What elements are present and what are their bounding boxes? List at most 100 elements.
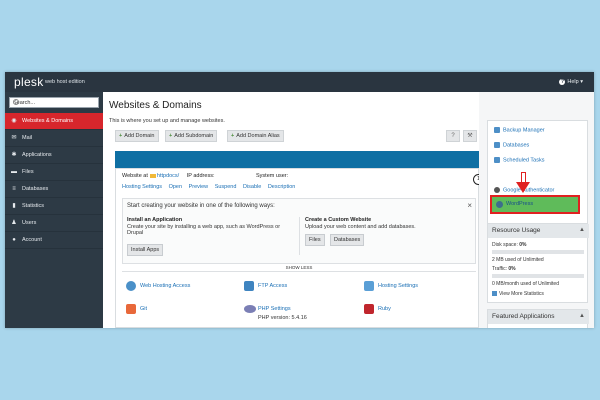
docroot-link[interactable]: httpdocs/ xyxy=(157,173,179,179)
gear-icon: ✱ xyxy=(11,152,17,158)
ftp-icon xyxy=(244,281,254,291)
php-version: PHP version: 5.4.16 xyxy=(258,315,307,321)
add-domain-alias-label: Add Domain Alias xyxy=(236,133,280,139)
sidebar-item-applications[interactable]: ✱ Applications xyxy=(5,147,103,164)
globe-icon: ◉ xyxy=(11,118,17,124)
more-stats-label: View More Statistics xyxy=(499,291,544,297)
folder-icon: ▬ xyxy=(11,169,17,175)
site-actions: Hosting Settings Open Preview Suspend Di… xyxy=(122,184,300,190)
edition-label: web host edition xyxy=(45,79,85,85)
page-title: Websites & Domains xyxy=(109,100,202,111)
traffic-label: Traffic: xyxy=(492,266,508,272)
databases-tool-link[interactable]: Databases xyxy=(494,142,529,148)
disable-link[interactable]: Disable xyxy=(243,184,261,190)
sidebar-item-account[interactable]: ● Account xyxy=(5,232,103,249)
databases-button[interactable]: Databases xyxy=(330,234,365,246)
show-less-toggle[interactable]: SHOW LESS xyxy=(122,265,476,272)
resource-usage-title: Resource Usage xyxy=(492,227,541,234)
disk-label: Disk space: xyxy=(492,242,518,248)
plesk-logo[interactable]: plesk xyxy=(14,75,44,89)
feature-label: Ruby xyxy=(378,306,391,312)
right-panel: Backup Manager Databases Scheduled Tasks… xyxy=(479,92,594,328)
custom-website-heading: Create a Custom Website xyxy=(305,217,372,223)
view-more-statistics-link[interactable]: View More Statistics xyxy=(492,291,544,297)
top-bar: plesk web host edition ? Help ▾ xyxy=(5,72,594,92)
mail-icon: ✉ xyxy=(11,135,17,141)
add-subdomain-button[interactable]: + Add Subdomain xyxy=(165,130,218,142)
domain-header-band xyxy=(115,151,479,168)
tool-label: Scheduled Tasks xyxy=(503,157,545,164)
description-link[interactable]: Description xyxy=(268,184,296,190)
install-app-heading: Install an Application xyxy=(127,217,183,223)
sidebar-item-mail[interactable]: ✉ Mail xyxy=(5,130,103,147)
search-input[interactable]: Search... xyxy=(9,97,99,108)
featured-applications-box: Featured Applications ▲ xyxy=(487,309,589,328)
statistics-icon: ▮ xyxy=(12,203,16,209)
resource-usage-box: Resource Usage ▲ Disk space: 0% 2 MB use… xyxy=(487,223,589,303)
sidebar-item-label: Databases xyxy=(22,186,49,192)
callout-arrow-shaft xyxy=(521,172,526,182)
sidebar-item-files[interactable]: ▬ Files xyxy=(5,164,103,181)
sidebar-item-users[interactable]: ♟ Users xyxy=(5,215,103,232)
help-label: Help xyxy=(567,79,579,85)
featured-applications-title: Featured Applications xyxy=(492,313,555,320)
traffic-line: Traffic: 0% xyxy=(492,266,516,272)
backup-manager-link[interactable]: Backup Manager xyxy=(494,127,545,133)
main-content: Websites & Domains This is where you set… xyxy=(103,92,484,328)
help-menu[interactable]: ? Help ▾ xyxy=(559,79,583,85)
suspend-link[interactable]: Suspend xyxy=(215,184,237,190)
sidebar-item-label: Mail xyxy=(22,135,33,141)
disk-space-line: Disk space: 0% xyxy=(492,242,526,248)
add-domain-alias-button[interactable]: + Add Domain Alias xyxy=(227,130,284,142)
authenticator-icon xyxy=(494,187,500,193)
install-apps-button[interactable]: Install Apps xyxy=(127,244,164,256)
custom-website-text: Upload your web content and add database… xyxy=(305,224,416,230)
add-domain-button[interactable]: + Add Domain xyxy=(115,130,159,142)
disk-usage-bar xyxy=(492,250,584,254)
feature-label: Web Hosting Access xyxy=(140,283,191,289)
install-app-text: Create your site by installing a web app… xyxy=(127,224,281,236)
database-icon xyxy=(494,142,500,148)
calendar-icon xyxy=(494,157,500,163)
wordpress-link[interactable]: WordPress xyxy=(490,195,580,214)
disk-detail: 2 MB used of Unlimited xyxy=(492,257,544,263)
feature-label: Git xyxy=(140,306,148,312)
feature-label: Hosting Settings xyxy=(378,283,419,289)
website-at-label: Website at xyxy=(122,173,148,179)
files-button[interactable]: Files xyxy=(305,234,325,246)
wrench-icon[interactable]: ⚒ xyxy=(463,130,477,142)
wordpress-icon xyxy=(496,201,503,208)
preview-link[interactable]: Preview xyxy=(189,184,209,190)
scheduled-tasks-link[interactable]: Scheduled Tasks xyxy=(494,157,544,163)
sidebar-item-websites-domains[interactable]: ◉ Websites & Domains xyxy=(5,113,103,130)
traffic-value: 0% xyxy=(508,266,516,272)
sidebar-item-databases[interactable]: ≡ Databases xyxy=(5,181,103,198)
sidebar-item-label: Files xyxy=(22,169,34,175)
ip-address-label: IP address: xyxy=(186,173,215,179)
hosting-settings-icon xyxy=(364,281,374,291)
help-icon: ? xyxy=(559,79,566,85)
sidebar-item-statistics[interactable]: ▮ Statistics xyxy=(5,198,103,215)
traffic-detail: 0 MB/month used of Unlimited xyxy=(492,281,559,287)
divider xyxy=(299,217,300,255)
system-user-label: System user: xyxy=(256,173,289,179)
plus-icon: + xyxy=(231,133,235,139)
domain-panel: Website at httpdocs/ IP address: System u… xyxy=(115,168,484,328)
sidebar-item-label: Account xyxy=(22,237,42,243)
search-icon[interactable] xyxy=(13,99,19,105)
plesk-window: plesk web host edition ? Help ▾ Search...… xyxy=(5,72,594,328)
resource-usage-header[interactable]: Resource Usage ▲ xyxy=(488,224,589,238)
chevron-up-icon: ▲ xyxy=(579,227,585,233)
help-tool-icon[interactable]: ? xyxy=(446,130,460,142)
open-link[interactable]: Open xyxy=(169,184,182,190)
account-icon: ● xyxy=(12,237,16,243)
sidebar-item-label: Applications xyxy=(22,152,52,158)
add-domain-label: Add Domain xyxy=(124,133,155,139)
hosting-settings-link[interactable]: Hosting Settings xyxy=(122,184,162,190)
backup-icon xyxy=(494,127,500,133)
sidebar-item-label: Users xyxy=(22,220,37,226)
featured-applications-header[interactable]: Featured Applications ▲ xyxy=(488,310,589,324)
traffic-usage-bar xyxy=(492,274,584,278)
close-icon[interactable]: × xyxy=(467,201,472,210)
php-icon xyxy=(244,305,256,313)
